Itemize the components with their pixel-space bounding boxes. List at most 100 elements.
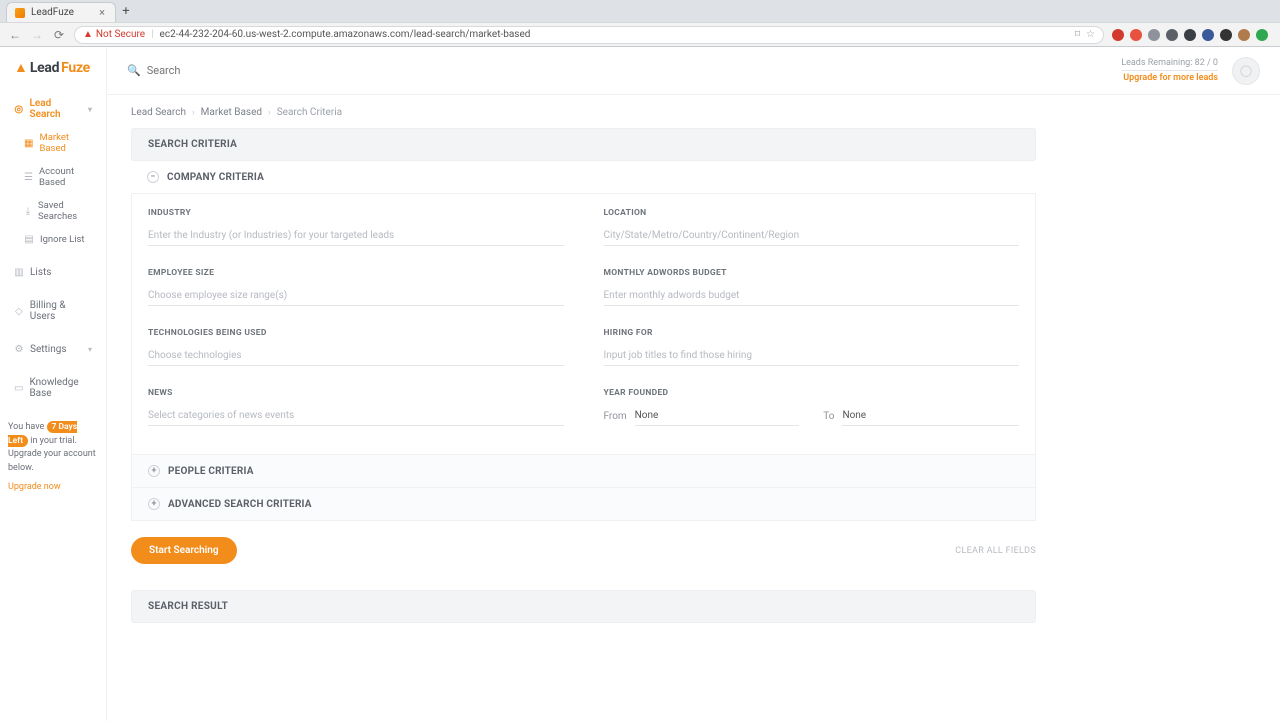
flame-icon: ▲ — [14, 59, 28, 76]
chevron-down-icon: ▾ — [88, 345, 92, 354]
new-tab-button[interactable]: + — [116, 2, 136, 22]
hiring-label: HIRING FOR — [604, 328, 1020, 338]
crumb-market-based[interactable]: Market Based — [201, 107, 262, 118]
ext-icon-8[interactable] — [1256, 29, 1268, 41]
company-criteria-toggle[interactable]: − COMPANY CRITERIA — [131, 161, 1036, 194]
browser-tab[interactable]: LeadFuze × — [6, 2, 116, 22]
chevron-down-icon: ▾ — [88, 105, 92, 114]
field-technologies: TECHNOLOGIES BEING USED — [148, 328, 564, 366]
employee-input[interactable] — [148, 286, 564, 306]
location-input[interactable] — [604, 226, 1020, 246]
tab-favicon — [15, 8, 25, 18]
field-adwords: MONTHLY ADWORDS BUDGET — [604, 268, 1020, 306]
start-searching-button[interactable]: Start Searching — [131, 537, 237, 564]
trial-prefix: You have — [8, 422, 47, 432]
nav-saved-searches-label: Saved Searches — [38, 200, 92, 222]
nav-market-based-label: Market Based — [39, 132, 92, 154]
nav-account-based[interactable]: ☰ Account Based — [8, 160, 98, 194]
ext-avatar[interactable] — [1238, 29, 1250, 41]
search-panel: SEARCH CRITERIA − COMPANY CRITERIA INDUS… — [131, 128, 1036, 623]
clear-all-fields-link[interactable]: CLEAR ALL FIELDS — [955, 546, 1036, 556]
year-to[interactable]: To None — [823, 406, 1019, 426]
sidebar: ▲ LeadFuze ◎ Lead Search ▾ ▦ Market Base… — [0, 47, 107, 721]
year-from-value: None — [635, 406, 800, 426]
nav-settings[interactable]: ⚙ Settings ▾ — [8, 338, 98, 361]
ext-icon-4[interactable] — [1166, 29, 1178, 41]
ext-icon-3[interactable] — [1148, 29, 1160, 41]
billing-icon: ◇ — [14, 306, 24, 316]
global-search[interactable]: 🔍 — [127, 64, 367, 77]
search-result-header: SEARCH RESULT — [131, 590, 1036, 623]
nav-lead-search-label: Lead Search — [29, 98, 82, 120]
expand-icon: + — [148, 465, 160, 477]
browser-chrome: LeadFuze × + ← → ⟳ ▲ Not Secure | ec2-44… — [0, 0, 1280, 47]
field-employee-size: EMPLOYEE SIZE — [148, 268, 564, 306]
url-box[interactable]: ▲ Not Secure | ec2-44-232-204-60.us-west… — [74, 26, 1104, 44]
industry-input[interactable] — [148, 226, 564, 246]
ignore-icon: ▤ — [24, 235, 34, 245]
ext-icon-6[interactable] — [1202, 29, 1214, 41]
search-criteria-header: SEARCH CRITERIA — [131, 128, 1036, 161]
employee-label: EMPLOYEE SIZE — [148, 268, 564, 278]
ext-icon-2[interactable] — [1130, 29, 1142, 41]
people-criteria-toggle[interactable]: + PEOPLE CRITERIA — [131, 455, 1036, 488]
field-hiring: HIRING FOR — [604, 328, 1020, 366]
industry-label: INDUSTRY — [148, 208, 564, 218]
leads-remaining: Leads Remaining: 82 / 0 Upgrade for more… — [1121, 58, 1218, 83]
field-industry: INDUSTRY — [148, 208, 564, 246]
nav-lists[interactable]: ▥ Lists — [8, 261, 98, 284]
ext-icon-7[interactable] — [1220, 29, 1232, 41]
nav-lead-search[interactable]: ◎ Lead Search ▾ — [8, 92, 98, 126]
not-secure-label: Not Secure — [96, 29, 145, 40]
tab-title: LeadFuze — [31, 7, 74, 18]
back-button[interactable]: ← — [8, 28, 22, 42]
field-news: NEWS — [148, 388, 564, 426]
search-input[interactable] — [147, 64, 367, 77]
topbar: 🔍 Leads Remaining: 82 / 0 Upgrade for mo… — [107, 47, 1280, 95]
company-criteria-label: COMPANY CRITERIA — [167, 172, 264, 183]
company-criteria-body: INDUSTRY LOCATION EMPLOYEE SIZE — [131, 194, 1036, 455]
nav-billing-label: Billing & Users — [30, 300, 92, 322]
user-avatar[interactable]: ◯ — [1232, 57, 1260, 85]
news-input[interactable] — [148, 406, 564, 426]
market-icon: ▦ — [24, 138, 33, 148]
key-icon[interactable]: ⌑ — [1075, 29, 1080, 40]
save-icon: ⤓ — [24, 206, 32, 216]
adwords-input[interactable] — [604, 286, 1020, 306]
actions-row: Start Searching CLEAR ALL FIELDS — [131, 521, 1036, 584]
hiring-input[interactable] — [604, 346, 1020, 366]
app: ▲ LeadFuze ◎ Lead Search ▾ ▦ Market Base… — [0, 47, 1280, 721]
target-icon: ◎ — [14, 104, 23, 114]
reload-button[interactable]: ⟳ — [52, 28, 66, 42]
crumb-lead-search[interactable]: Lead Search — [131, 107, 186, 118]
news-label: NEWS — [148, 388, 564, 398]
user-icon: ◯ — [1240, 64, 1252, 77]
search-icon: 🔍 — [127, 64, 141, 77]
nav-ignore-list[interactable]: ▤ Ignore List — [8, 228, 98, 251]
trial-box: You have 7 Days Left in your trial. Upgr… — [8, 421, 98, 495]
main: 🔍 Leads Remaining: 82 / 0 Upgrade for mo… — [107, 47, 1280, 721]
logo[interactable]: ▲ LeadFuze — [14, 59, 98, 76]
advanced-criteria-toggle[interactable]: + ADVANCED SEARCH CRITERIA — [131, 488, 1036, 521]
nav-knowledge-base[interactable]: ▭ Knowledge Base — [8, 371, 98, 405]
upgrade-now-link[interactable]: Upgrade now — [8, 481, 98, 495]
tab-close-icon[interactable]: × — [99, 6, 105, 19]
nav-saved-searches[interactable]: ⤓ Saved Searches — [8, 194, 98, 228]
forward-button[interactable]: → — [30, 28, 44, 42]
year-label: YEAR FOUNDED — [604, 388, 1020, 398]
year-from[interactable]: From None — [604, 406, 800, 426]
ext-icon-5[interactable] — [1184, 29, 1196, 41]
nav-billing[interactable]: ◇ Billing & Users — [8, 294, 98, 328]
tab-strip: LeadFuze × + — [0, 0, 1280, 22]
address-bar: ← → ⟳ ▲ Not Secure | ec2-44-232-204-60.u… — [0, 22, 1280, 46]
adwords-label: MONTHLY ADWORDS BUDGET — [604, 268, 1020, 278]
tech-input[interactable] — [148, 346, 564, 366]
upgrade-leads-link[interactable]: Upgrade for more leads — [1121, 73, 1218, 83]
star-icon[interactable]: ☆ — [1086, 29, 1095, 40]
nav-ignore-list-label: Ignore List — [40, 234, 85, 245]
logo-lead: Lead — [30, 60, 59, 76]
year-from-label: From — [604, 411, 627, 422]
content: Lead Search › Market Based › Search Crit… — [107, 95, 1280, 635]
nav-market-based[interactable]: ▦ Market Based — [8, 126, 98, 160]
ext-icon-1[interactable] — [1112, 29, 1124, 41]
